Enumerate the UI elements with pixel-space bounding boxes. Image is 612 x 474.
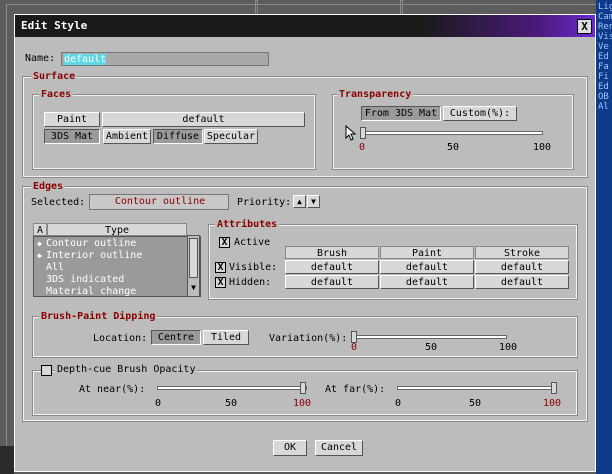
scroll-thumb[interactable] bbox=[189, 238, 198, 278]
edit-style-dialog: Edit Style X Name: default Surface Faces… bbox=[14, 14, 596, 472]
visible-stroke-button[interactable]: default bbox=[475, 260, 569, 274]
variation-tick-max: 100 bbox=[499, 342, 518, 353]
list-item[interactable]: Material change bbox=[46, 286, 136, 298]
paint-value-button[interactable]: default bbox=[102, 112, 305, 127]
depth-cue-checkbox[interactable] bbox=[41, 365, 52, 376]
priority-down-button[interactable]: ▼ bbox=[307, 195, 320, 208]
list-scrollbar[interactable]: ▼ bbox=[187, 235, 200, 297]
visible-paint-button[interactable]: default bbox=[380, 260, 474, 274]
from-3ds-mat-button[interactable]: From 3DS Mat bbox=[361, 106, 441, 121]
scroll-down-icon[interactable]: ▼ bbox=[189, 282, 198, 294]
near-label: At near(%): bbox=[79, 384, 146, 395]
transparency-slider-track[interactable] bbox=[363, 131, 543, 135]
variation-label: Variation(%): bbox=[269, 333, 348, 344]
transparency-tick-mid: 50 bbox=[447, 142, 460, 153]
background-sidebar-line: Cam bbox=[598, 12, 612, 22]
list-header-a: A bbox=[33, 223, 47, 236]
dialog-title: Edit Style bbox=[21, 19, 88, 32]
variation-tick-mid: 50 bbox=[425, 342, 438, 353]
near-slider-thumb[interactable] bbox=[300, 382, 306, 394]
selected-edge-field: Contour outline bbox=[89, 194, 229, 210]
list-item-marker: ◆ bbox=[37, 239, 42, 248]
name-label: Name: bbox=[25, 53, 56, 64]
tiled-button[interactable]: Tiled bbox=[203, 330, 249, 345]
far-tick-max: 100 bbox=[543, 398, 562, 409]
depth-cue-title: Depth-cue Brush Opacity bbox=[55, 364, 198, 375]
variation-slider-track[interactable] bbox=[355, 335, 507, 339]
diffuse-button[interactable]: Diffuse bbox=[153, 129, 203, 144]
specular-button[interactable]: Specular bbox=[204, 129, 258, 144]
background-sidebar-line: Fa bbox=[598, 62, 609, 72]
active-label: Active bbox=[234, 237, 271, 248]
visible-label: Visible: bbox=[229, 262, 278, 273]
transparency-tick-max: 100 bbox=[533, 142, 552, 153]
3ds-mat-button[interactable]: 3DS Mat bbox=[44, 129, 100, 144]
selected-label: Selected: bbox=[31, 197, 86, 208]
hidden-label: Hidden: bbox=[229, 277, 272, 288]
mouse-cursor-icon bbox=[345, 124, 357, 144]
background-panel bbox=[0, 446, 14, 474]
brush-paint-title: Brush-Paint Dipping bbox=[39, 311, 158, 322]
title-bar[interactable]: Edit Style X bbox=[15, 15, 595, 37]
hidden-brush-button[interactable]: default bbox=[285, 275, 379, 289]
edges-title: Edges bbox=[31, 181, 66, 192]
background-sidebar-line: Fi bbox=[598, 72, 609, 82]
cancel-button[interactable]: Cancel bbox=[315, 440, 363, 456]
brush-column-header: Brush bbox=[285, 246, 379, 259]
background-sidebar-line: Ed bbox=[598, 52, 609, 62]
background-sidebar-line: Ren bbox=[598, 22, 612, 32]
faces-title: Faces bbox=[39, 89, 74, 100]
centre-button[interactable]: Centre bbox=[151, 330, 201, 345]
attributes-title: Attributes bbox=[215, 219, 280, 230]
list-item[interactable]: All bbox=[46, 262, 64, 274]
transparency-title: Transparency bbox=[337, 89, 414, 100]
far-slider-track[interactable] bbox=[397, 386, 557, 390]
transparency-tick-min: 0 bbox=[359, 142, 366, 153]
location-label: Location: bbox=[93, 333, 148, 344]
list-header-type: Type bbox=[47, 223, 187, 236]
background-sidebar-text: Lig Cam Ren Vis Ve Ed Fa Fi Ed OB Al bbox=[598, 2, 612, 112]
active-checkbox[interactable]: X bbox=[219, 237, 230, 248]
priority-label: Priority: bbox=[237, 197, 292, 208]
background-sidebar-line: Al bbox=[598, 102, 609, 112]
near-tick-max: 100 bbox=[293, 398, 312, 409]
near-tick-min: 0 bbox=[155, 398, 162, 409]
list-item[interactable]: Contour outline bbox=[46, 238, 136, 250]
list-item-marker: ◆ bbox=[37, 251, 42, 260]
name-field[interactable]: default bbox=[61, 52, 269, 66]
paint-button[interactable]: Paint bbox=[44, 112, 100, 127]
near-slider-track[interactable] bbox=[157, 386, 307, 390]
custom-percent-button[interactable]: Custom(%): bbox=[443, 106, 517, 121]
background-sidebar-line: Vis bbox=[598, 32, 612, 42]
edge-type-list[interactable]: ◆ Contour outline ◆ Interior outline All… bbox=[33, 236, 201, 297]
close-button[interactable]: X bbox=[577, 19, 592, 34]
far-tick-min: 0 bbox=[395, 398, 402, 409]
visible-brush-button[interactable]: default bbox=[285, 260, 379, 274]
paint-column-header: Paint bbox=[380, 246, 474, 259]
variation-tick-min: 0 bbox=[351, 342, 358, 353]
hidden-checkbox[interactable]: X bbox=[215, 277, 226, 288]
far-label: At far(%): bbox=[325, 384, 386, 395]
hidden-paint-button[interactable]: default bbox=[380, 275, 474, 289]
background-sidebar-line: OB bbox=[598, 92, 609, 102]
far-slider-thumb[interactable] bbox=[551, 382, 557, 394]
far-tick-mid: 50 bbox=[469, 398, 482, 409]
surface-title: Surface bbox=[31, 71, 78, 82]
visible-checkbox[interactable]: X bbox=[215, 262, 226, 273]
background-sidebar-line: Lig bbox=[598, 2, 612, 12]
background-sidebar-line: Ed bbox=[598, 82, 609, 92]
name-value: default bbox=[64, 54, 107, 65]
list-item[interactable]: Interior outline bbox=[46, 250, 142, 262]
ok-button[interactable]: OK bbox=[273, 440, 307, 456]
ambient-button[interactable]: Ambient bbox=[103, 129, 151, 144]
background-sidebar-line: Ve bbox=[598, 42, 609, 52]
hidden-stroke-button[interactable]: default bbox=[475, 275, 569, 289]
priority-up-button[interactable]: ▲ bbox=[293, 195, 306, 208]
transparency-slider-thumb[interactable] bbox=[360, 127, 366, 139]
near-tick-mid: 50 bbox=[225, 398, 238, 409]
list-item[interactable]: 3DS indicated bbox=[46, 274, 124, 286]
stroke-column-header: Stroke bbox=[475, 246, 569, 259]
